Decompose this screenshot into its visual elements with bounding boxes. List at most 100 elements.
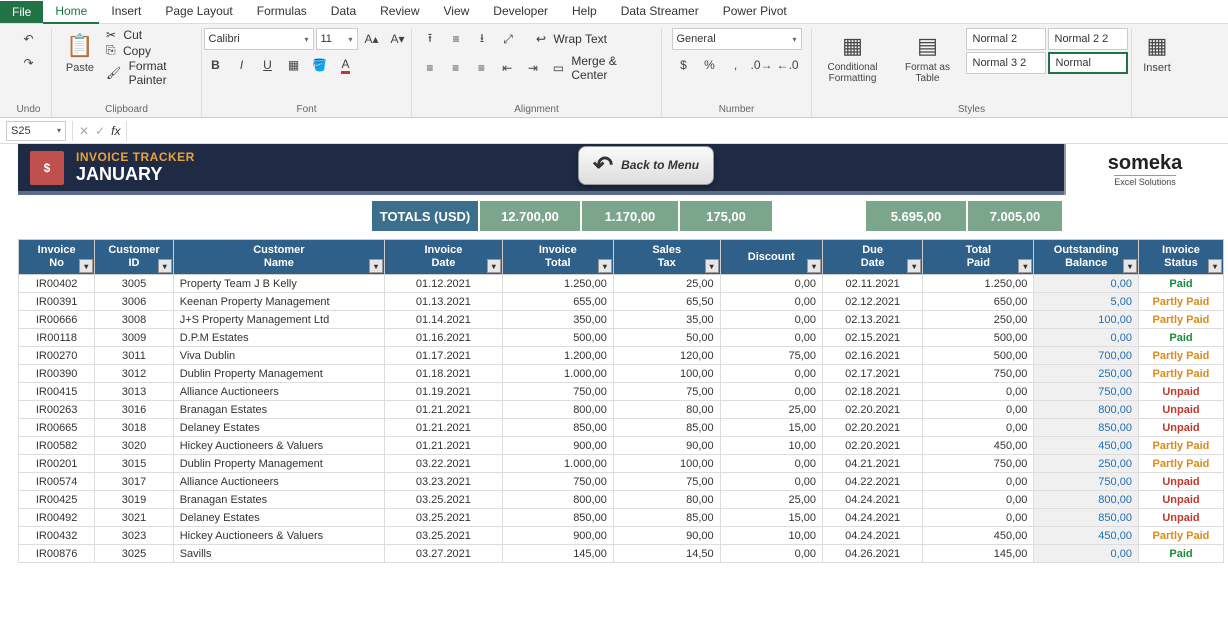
col-customer-id[interactable]: CustomerID▾ — [95, 240, 173, 275]
col-discount[interactable]: Discount▾ — [720, 240, 822, 275]
fill-color-button[interactable]: 🪣 — [308, 54, 332, 76]
decrease-font-button[interactable]: A▾ — [386, 28, 410, 50]
align-center-button[interactable]: ≡ — [444, 57, 468, 79]
tab-power-pivot[interactable]: Power Pivot — [711, 0, 799, 24]
tab-data[interactable]: Data — [319, 0, 368, 24]
invoice-icon: $ — [30, 151, 64, 185]
table-row[interactable]: IR004253019Branagan Estates03.25.2021800… — [19, 491, 1224, 509]
name-box[interactable]: S25▾ — [6, 121, 66, 141]
col-customer-name[interactable]: CustomerName▾ — [173, 240, 384, 275]
undo-button[interactable]: ↶ — [17, 28, 41, 50]
conditional-formatting-button[interactable]: ▦ Conditional Formatting — [816, 28, 890, 86]
align-bottom-button[interactable]: ⭳ — [470, 28, 494, 50]
tab-home[interactable]: Home — [43, 0, 99, 24]
conditional-icon: ▦ — [837, 30, 869, 62]
format-as-table-button[interactable]: ▤ Format as Table — [894, 28, 962, 86]
col-sales-tax[interactable]: SalesTax▾ — [613, 240, 720, 275]
cancel-formula-icon[interactable]: ✕ — [79, 124, 89, 138]
enter-formula-icon[interactable]: ✓ — [95, 124, 105, 138]
filter-icon[interactable]: ▾ — [487, 259, 501, 273]
align-top-button[interactable]: ⭱ — [418, 28, 442, 50]
col-invoice-date[interactable]: InvoiceDate▾ — [385, 240, 503, 275]
table-row[interactable]: IR003913006Keenan Property Management01.… — [19, 293, 1224, 311]
back-to-menu-button[interactable]: ↶ Back to Menu — [578, 146, 714, 185]
tab-help[interactable]: Help — [560, 0, 609, 24]
align-left-button[interactable]: ≡ — [418, 57, 442, 79]
table-row[interactable]: IR008763025Savills03.27.2021145,0014,500… — [19, 545, 1224, 563]
col-due-date[interactable]: DueDate▾ — [823, 240, 923, 275]
table-row[interactable]: IR004023005Property Team J B Kelly01.12.… — [19, 275, 1224, 293]
filter-icon[interactable]: ▾ — [158, 259, 172, 273]
col-outstanding-balance[interactable]: OutstandingBalance▾ — [1034, 240, 1139, 275]
merge-center-button[interactable]: ▭ Merge & Center — [553, 54, 655, 82]
filter-icon[interactable]: ▾ — [907, 259, 921, 273]
format-painter-button[interactable]: 🖌 Format Painter — [106, 59, 195, 87]
table-row[interactable]: IR004323023Hickey Auctioneers & Valuers0… — [19, 527, 1224, 545]
style-normal22[interactable]: Normal 2 2 — [1048, 28, 1128, 50]
table-row[interactable]: IR005743017Alliance Auctioneers03.23.202… — [19, 473, 1224, 491]
filter-icon[interactable]: ▾ — [1018, 259, 1032, 273]
decrease-indent-button[interactable]: ⇤ — [495, 57, 519, 79]
table-row[interactable]: IR002703011Viva Dublin01.17.20211.200,00… — [19, 347, 1224, 365]
tab-view[interactable]: View — [432, 0, 482, 24]
increase-indent-button[interactable]: ⇥ — [521, 57, 545, 79]
table-row[interactable]: IR006653018Delaney Estates01.21.2021850,… — [19, 419, 1224, 437]
font-color-button[interactable]: A — [334, 54, 358, 76]
table-row[interactable]: IR002013015Dublin Property Management03.… — [19, 455, 1224, 473]
increase-decimal-button[interactable]: .0→ — [750, 54, 774, 76]
chevron-down-icon: ▾ — [57, 126, 61, 135]
col-invoice-no[interactable]: InvoiceNo▾ — [19, 240, 95, 275]
table-row[interactable]: IR004923021Delaney Estates03.25.2021850,… — [19, 509, 1224, 527]
style-normal32[interactable]: Normal 3 2 — [966, 52, 1046, 74]
percent-button[interactable]: % — [698, 54, 722, 76]
insert-button[interactable]: ▦ Insert — [1135, 28, 1179, 76]
font-family-select[interactable]: Calibri▾ — [204, 28, 314, 50]
style-normal[interactable]: Normal — [1048, 52, 1128, 74]
redo-button[interactable]: ↷ — [17, 52, 41, 74]
increase-font-button[interactable]: A▴ — [360, 28, 384, 50]
filter-icon[interactable]: ▾ — [79, 259, 93, 273]
tab-review[interactable]: Review — [368, 0, 431, 24]
col-total-paid[interactable]: TotalPaid▾ — [923, 240, 1034, 275]
header-banner: $ INVOICE TRACKER JANUARY ↶ Back to Menu… — [18, 144, 1224, 195]
invoice-table[interactable]: InvoiceNo▾CustomerID▾CustomerName▾Invoic… — [18, 239, 1224, 563]
filter-icon[interactable]: ▾ — [1123, 259, 1137, 273]
table-row[interactable]: IR004153013Alliance Auctioneers01.19.202… — [19, 383, 1224, 401]
tab-formulas[interactable]: Formulas — [245, 0, 319, 24]
filter-icon[interactable]: ▾ — [1208, 259, 1222, 273]
copy-button[interactable]: ⎘ Copy — [106, 43, 195, 58]
tab-developer[interactable]: Developer — [481, 0, 560, 24]
decrease-decimal-button[interactable]: ←.0 — [776, 54, 800, 76]
underline-button[interactable]: U — [256, 54, 280, 76]
align-right-button[interactable]: ≡ — [470, 57, 494, 79]
tab-page-layout[interactable]: Page Layout — [153, 0, 244, 24]
table-row[interactable]: IR001183009D.P.M Estates01.16.2021500,00… — [19, 329, 1224, 347]
filter-icon[interactable]: ▾ — [807, 259, 821, 273]
col-invoice-status[interactable]: InvoiceStatus▾ — [1138, 240, 1223, 275]
currency-button[interactable]: $ — [672, 54, 696, 76]
table-row[interactable]: IR003903012Dublin Property Management01.… — [19, 365, 1224, 383]
filter-icon[interactable]: ▾ — [705, 259, 719, 273]
tab-file[interactable]: File — [0, 1, 43, 23]
table-row[interactable]: IR002633016Branagan Estates01.21.2021800… — [19, 401, 1224, 419]
font-size-select[interactable]: 11▾ — [316, 28, 358, 50]
orientation-button[interactable]: ⤢ — [496, 28, 520, 50]
number-format-select[interactable]: General▾ — [672, 28, 802, 50]
style-normal2[interactable]: Normal 2 — [966, 28, 1046, 50]
borders-button[interactable]: ▦ — [282, 54, 306, 76]
bold-button[interactable]: B — [204, 54, 228, 76]
wrap-text-button[interactable]: ↩ Wrap Text — [536, 32, 607, 46]
filter-icon[interactable]: ▾ — [598, 259, 612, 273]
tab-insert[interactable]: Insert — [99, 0, 153, 24]
table-row[interactable]: IR006663008J+S Property Management Ltd01… — [19, 311, 1224, 329]
cut-button[interactable]: ✂ Cut — [106, 28, 195, 42]
align-middle-button[interactable]: ≡ — [444, 28, 468, 50]
italic-button[interactable]: I — [230, 54, 254, 76]
col-invoice-total[interactable]: InvoiceTotal▾ — [502, 240, 613, 275]
filter-icon[interactable]: ▾ — [369, 259, 383, 273]
paste-button[interactable]: 📋 Paste — [58, 28, 102, 76]
comma-button[interactable]: , — [724, 54, 748, 76]
fx-icon[interactable]: fx — [111, 124, 120, 138]
table-row[interactable]: IR005823020Hickey Auctioneers & Valuers0… — [19, 437, 1224, 455]
tab-data-streamer[interactable]: Data Streamer — [609, 0, 711, 24]
